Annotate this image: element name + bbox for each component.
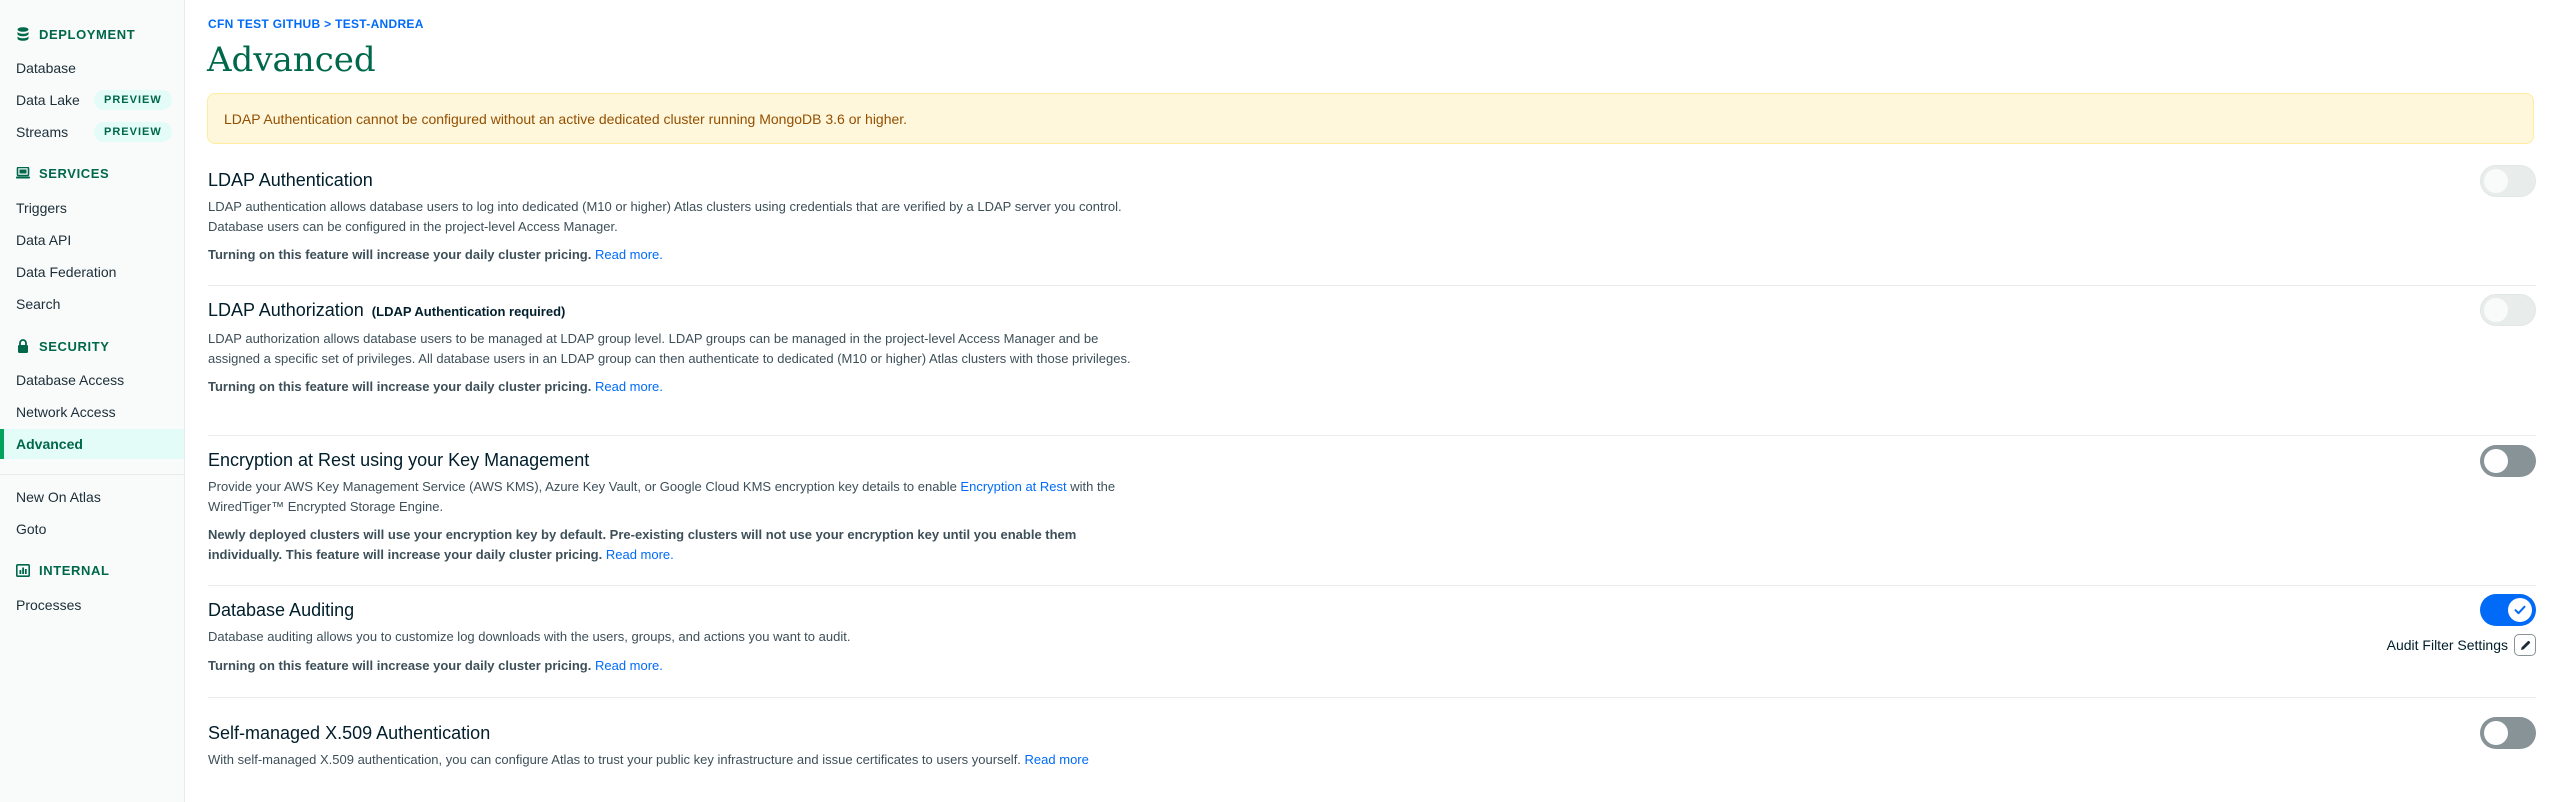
sidebar-item-goto[interactable]: Goto [0,517,184,541]
feature-pricing-note: Newly deployed clusters will use your en… [208,525,1088,564]
read-more-link[interactable]: Read more. [606,547,674,562]
preview-badge: PREVIEW [94,122,172,142]
sidebar-item-data-federation[interactable]: Data Federation [0,260,184,284]
sidebar-item-label: Data Lake [16,92,80,108]
edit-audit-filter-button[interactable] [2514,634,2536,656]
x509-authentication-toggle[interactable] [2480,717,2536,749]
read-more-link[interactable]: Read more. [595,247,663,262]
description-text: Provide your AWS Key Management Service … [208,479,961,494]
sidebar-item-advanced[interactable]: Advanced [0,429,184,459]
feature-description: LDAP authentication allows database user… [208,199,1122,234]
section-label: SECURITY [39,338,110,354]
sidebar-item-label: New On Atlas [16,489,101,505]
feature-title: Self-managed X.509 Authentication [208,723,491,743]
toggle-knob [2484,169,2508,193]
sidebar-item-label: Search [16,296,61,312]
toggle-knob [2484,721,2508,745]
feature-database-auditing: Database Auditing Database auditing allo… [208,599,2536,675]
feature-description: LDAP authorization allows database users… [208,331,1131,366]
sidebar-item-database-access[interactable]: Database Access [0,368,184,392]
sidebar-item-search[interactable]: Search [0,292,184,316]
sidebar-item-data-api[interactable]: Data API [0,228,184,252]
pricing-note-text: Turning on this feature will increase yo… [208,657,592,673]
sidebar-item-processes[interactable]: Processes [0,593,184,617]
sidebar-item-new-on-atlas[interactable]: New On Atlas [0,485,184,509]
audit-filter-settings: Audit Filter Settings [2387,634,2536,656]
sidebar-item-label: Database [16,60,76,76]
feature-description: Database auditing allows you to customiz… [208,629,851,644]
chart-icon [16,563,30,577]
toggle-knob [2484,449,2508,473]
database-auditing-toggle[interactable] [2480,594,2536,626]
read-more-link[interactable]: Read more. [595,379,663,394]
encryption-at-rest-link[interactable]: Encryption at Rest [960,479,1066,494]
divider [208,285,2536,286]
preview-badge: PREVIEW [94,90,172,110]
read-more-link[interactable]: Read more [1025,752,1089,767]
sidebar-item-label: Data API [16,232,72,248]
sidebar-item-label: Network Access [16,404,116,420]
banner-text: LDAP Authentication cannot be configured… [224,110,908,127]
audit-filter-label: Audit Filter Settings [2386,637,2508,653]
feature-pricing-note: Turning on this feature will increase yo… [208,656,1078,676]
feature-title-row: LDAP Authorization (LDAP Authentication … [208,299,2536,323]
feature-description: With self-managed X.509 authentication, … [208,750,1118,770]
feature-ldap-authentication: LDAP Authentication LDAP authentication … [208,169,2536,265]
pricing-note-text: Turning on this feature will increase yo… [208,379,592,394]
feature-ldap-authorization: LDAP Authorization (LDAP Authentication … [208,299,2536,397]
toggle-knob [2484,298,2508,322]
sidebar-item-streams[interactable]: Streams PREVIEW [0,120,184,144]
sidebar-section-internal: INTERNAL [16,560,110,580]
description-text: With self-managed X.509 authentication, … [208,752,1021,767]
database-stack-icon [16,27,30,41]
lock-icon [16,339,30,353]
ldap-authorization-toggle[interactable] [2480,294,2536,326]
sidebar-item-data-lake[interactable]: Data Lake PREVIEW [0,88,184,112]
sidebar-item-label: Database Access [16,372,125,388]
warning-banner: LDAP Authentication cannot be configured… [207,93,2534,144]
sidebar-section-deployment: DEPLOYMENT [16,24,135,44]
sidebar-section-security: SECURITY [16,336,110,356]
breadcrumb[interactable]: CFN TEST GITHUB > TEST-ANDREA [208,17,424,31]
feature-title: Database Auditing [208,600,355,620]
page-title: Advanced [207,40,376,80]
pricing-note-text: Turning on this feature will increase yo… [208,247,592,262]
sidebar-item-label: Advanced [16,436,83,452]
sidebar-item-label: Goto [16,521,47,537]
sidebar-item-label: Triggers [16,200,67,216]
sidebar: DEPLOYMENT Database Data Lake PREVIEW St… [0,0,185,802]
ldap-authentication-toggle[interactable] [2480,165,2536,197]
feature-encryption-at-rest: Encryption at Rest using your Key Manage… [208,449,2536,564]
section-label: INTERNAL [39,562,110,578]
sidebar-item-label: Streams [16,124,69,140]
sidebar-divider [0,474,184,475]
feature-description: Provide your AWS Key Management Service … [208,477,1138,516]
toggle-knob [2508,598,2532,622]
sidebar-item-label: Data Federation [16,264,117,280]
section-label: DEPLOYMENT [39,26,136,42]
laptop-icon [16,166,30,180]
sidebar-item-network-access[interactable]: Network Access [0,400,184,424]
feature-title: Encryption at Rest using your Key Manage… [208,450,590,470]
feature-title: LDAP Authentication [208,170,373,190]
divider [208,585,2536,586]
sidebar-section-services: SERVICES [16,163,109,183]
requirement-note: (LDAP Authentication required) [371,304,566,319]
encryption-at-rest-toggle[interactable] [2480,445,2536,477]
sidebar-item-label: Processes [16,597,82,613]
feature-pricing-note: Turning on this feature will increase yo… [208,377,1078,397]
divider [208,435,2536,436]
pencil-icon [2520,640,2530,650]
divider [208,697,2536,698]
checkmark-icon [2514,605,2526,615]
sidebar-item-triggers[interactable]: Triggers [0,196,184,220]
read-more-link[interactable]: Read more. [595,658,663,673]
feature-pricing-note: Turning on this feature will increase yo… [208,245,1078,265]
feature-x509-authentication: Self-managed X.509 Authentication With s… [208,722,2536,770]
feature-title: LDAP Authorization [208,300,364,320]
sidebar-item-database[interactable]: Database [0,56,184,80]
section-label: SERVICES [39,165,110,181]
